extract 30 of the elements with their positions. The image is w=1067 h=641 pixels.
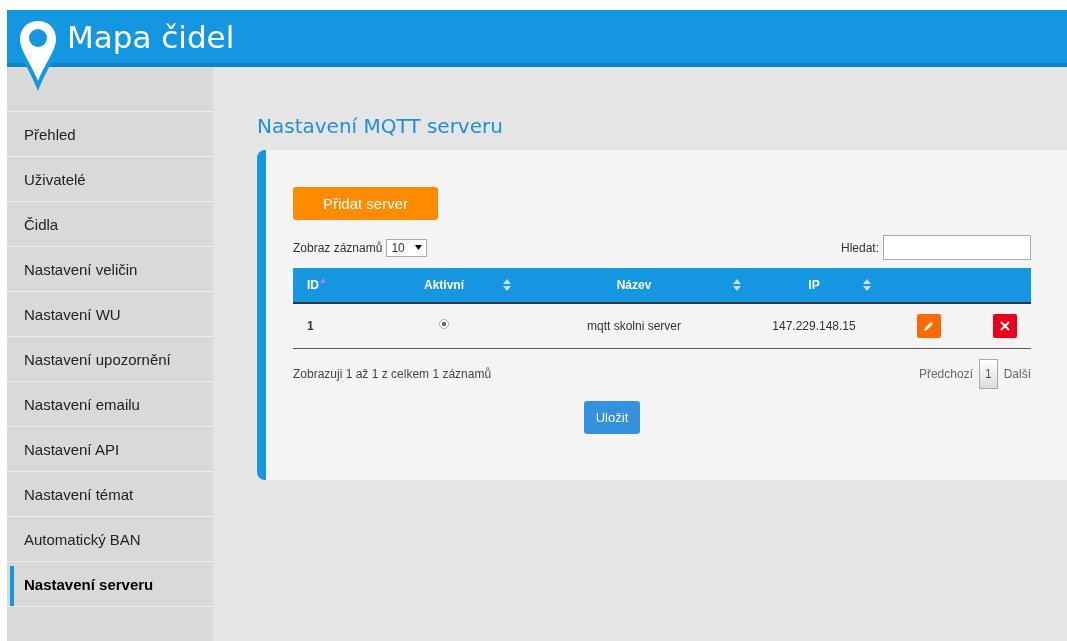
edit-button[interactable] bbox=[917, 314, 941, 338]
name-cell: mqtt skolni server bbox=[587, 319, 681, 333]
sidebar-item[interactable]: Nastavení témat bbox=[7, 471, 213, 516]
sidebar-item[interactable]: Nastavení emailu bbox=[7, 381, 213, 426]
previous-link[interactable]: Předchozí bbox=[918, 367, 973, 381]
sidebar-item[interactable]: Čidla bbox=[7, 201, 213, 246]
next-link[interactable]: Další bbox=[1003, 367, 1031, 381]
sidebar-item[interactable]: Přehled bbox=[7, 111, 213, 156]
sidebar-item[interactable]: Uživatelé bbox=[7, 156, 213, 201]
length-select[interactable]: 10 bbox=[386, 238, 427, 257]
page-title: Nastavení MQTT serveru bbox=[257, 114, 504, 138]
sidebar-item[interactable]: Nastavení WU bbox=[7, 291, 213, 336]
app-title: Mapa čidel bbox=[67, 18, 235, 55]
sidebar-item[interactable]: Nastavení upozornění bbox=[7, 336, 213, 381]
caret-icon bbox=[414, 245, 422, 250]
close-icon bbox=[999, 320, 1011, 332]
id-cell: 1 bbox=[307, 319, 314, 333]
active-radio[interactable] bbox=[439, 319, 449, 329]
sidebar-item[interactable]: Automatický BAN bbox=[7, 516, 213, 561]
table-info: Zobrazuji 1 až 1 z celkem 1 záznamů bbox=[293, 367, 492, 381]
delete-button[interactable] bbox=[993, 314, 1017, 338]
length-label: Zobraz záznamů bbox=[293, 240, 383, 255]
pencil-icon bbox=[923, 320, 935, 332]
page-button[interactable]: 1 bbox=[978, 359, 998, 389]
sidebar-item[interactable]: Nastavení API bbox=[7, 426, 213, 471]
ip-cell: 147.229.148.15 bbox=[772, 319, 856, 333]
search-field[interactable] bbox=[883, 235, 1031, 260]
sidebar-item[interactable]: Nastavení serveru bbox=[7, 561, 213, 607]
sidebar-item[interactable]: Nastavení veličin bbox=[7, 246, 213, 291]
search-label: Hledat: bbox=[840, 240, 879, 255]
